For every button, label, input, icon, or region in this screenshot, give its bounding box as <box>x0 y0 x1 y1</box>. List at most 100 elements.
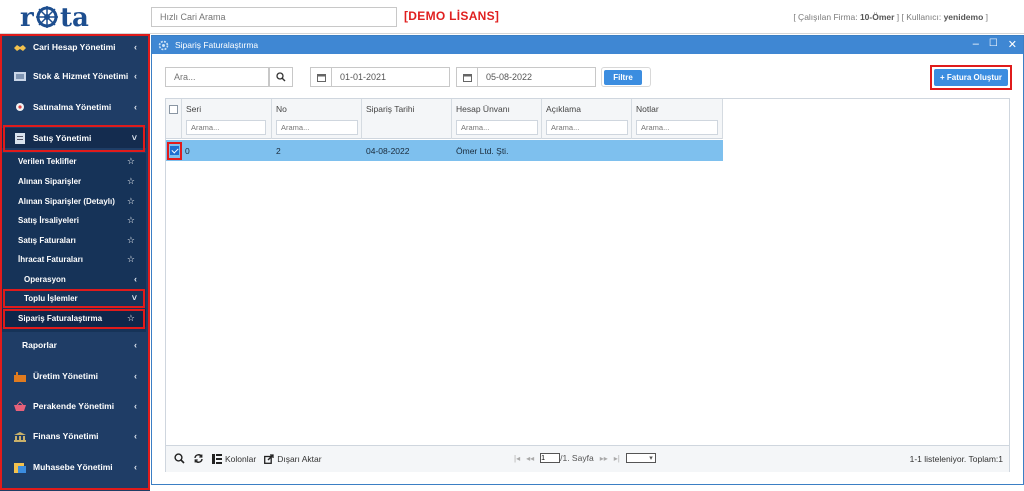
last-page-icon[interactable]: ▸| <box>614 454 620 463</box>
chevron-left-icon: ‹ <box>134 102 137 112</box>
prev-page-icon[interactable]: ◂◂ <box>526 454 534 463</box>
sidebar-item-perakende[interactable]: Perakende Yönetimi ‹ <box>2 397 146 415</box>
company-name: 10-Ömer <box>859 12 895 22</box>
calendar-icon[interactable] <box>310 67 332 87</box>
sidebar-item-stok[interactable]: Stok & Hizmet Yönetimi ‹ <box>2 67 146 85</box>
filter-button[interactable]: Filtre <box>604 70 642 85</box>
filter-seri-input[interactable] <box>186 120 266 135</box>
search-icon <box>276 72 286 82</box>
page-number-input[interactable] <box>540 453 561 463</box>
refresh-icon[interactable] <box>193 453 204 464</box>
column-seri[interactable]: Seri <box>182 99 272 139</box>
svg-text:r: r <box>20 3 34 32</box>
cell-seri: 0 <box>185 146 190 156</box>
search-icon[interactable] <box>174 453 185 464</box>
user-name: yenidemo <box>943 12 984 22</box>
grid-header: Seri No Sipariş Tarihi Hesap Ünvanı Açık… <box>166 99 723 139</box>
sidebar-item-uretim[interactable]: Üretim Yönetimi ‹ <box>2 367 146 385</box>
sidebar-sub-toplu-islemler[interactable]: Toplu İşlemler ˅ <box>2 289 146 307</box>
search-button[interactable] <box>269 67 293 87</box>
pager: |◂ ◂◂ /1. Sayfa ▸▸ ▸| ▾ <box>514 453 656 463</box>
cell-hesap-unvani: Ömer Ltd. Şti. <box>456 146 509 156</box>
star-icon[interactable]: ☆ <box>127 156 135 167</box>
star-icon[interactable]: ☆ <box>127 176 135 187</box>
star-icon[interactable]: ☆ <box>127 196 135 207</box>
window-title-bar: Sipariş Faturalaştırma – ☐ ✕ <box>152 36 1023 54</box>
quick-account-search-input[interactable] <box>151 7 397 27</box>
chevron-left-icon: ‹ <box>134 42 137 52</box>
create-invoice-button[interactable]: + Fatura Oluştur <box>934 69 1008 86</box>
box-icon <box>14 71 26 81</box>
row-checkbox-highlight <box>167 142 182 160</box>
filter-aciklama-input[interactable] <box>546 120 628 135</box>
orders-grid: Seri No Sipariş Tarihi Hesap Ünvanı Açık… <box>165 98 1010 472</box>
invoice-icon <box>15 132 25 144</box>
window-controls: – ☐ ✕ <box>973 38 1017 51</box>
sidebar-sub-operasyon[interactable]: Operasyon ‹ <box>2 270 146 288</box>
chevron-left-icon: ‹ <box>134 340 137 350</box>
columns-button[interactable]: Kolonlar <box>212 453 256 464</box>
chevron-down-icon: ˅ <box>131 133 137 143</box>
chevron-left-icon: ‹ <box>134 371 137 381</box>
column-notlar[interactable]: Notlar <box>632 99 723 139</box>
date-from-input[interactable] <box>332 67 450 87</box>
table-row[interactable]: 0 2 04-08-2022 Ömer Ltd. Şti. <box>166 140 723 161</box>
ledger-icon <box>14 462 26 473</box>
sidebar-item-muhasebe[interactable]: Muhasebe Yönetimi ‹ <box>2 458 146 476</box>
factory-icon <box>14 371 26 382</box>
star-icon[interactable]: ☆ <box>127 235 135 246</box>
date-to-input[interactable] <box>478 67 596 87</box>
chevron-left-icon: ‹ <box>134 401 137 411</box>
cell-siparis-tarihi: 04-08-2022 <box>366 146 410 156</box>
star-icon[interactable]: ☆ <box>127 313 135 324</box>
export-button[interactable]: Dışarı Aktar <box>264 454 322 464</box>
grid-tools: Kolonlar Dışarı Aktar <box>174 453 322 464</box>
search-input[interactable] <box>165 67 269 87</box>
calendar-icon[interactable] <box>456 67 478 87</box>
sidebar-item-cari-hesap[interactable]: Cari Hesap Yönetimi ‹ <box>2 38 146 56</box>
chevron-down-icon: ˅ <box>131 293 137 303</box>
column-siparis-tarihi[interactable]: Sipariş Tarihi <box>362 99 452 139</box>
minimize-icon[interactable]: – <box>973 38 979 51</box>
filter-no-input[interactable] <box>276 120 358 135</box>
sidebar-item-finans[interactable]: Finans Yönetimi ‹ <box>2 427 146 445</box>
cell-no: 2 <box>276 146 281 156</box>
star-icon[interactable]: ☆ <box>127 215 135 226</box>
siparis-faturalastirma-window: Sipariş Faturalaştırma – ☐ ✕ Filtre + Fa… <box>151 35 1024 485</box>
grid-footer: Kolonlar Dışarı Aktar |◂ ◂◂ /1. Sayfa ▸▸… <box>166 445 1009 472</box>
handshake-icon <box>14 44 26 51</box>
star-icon[interactable]: ☆ <box>127 254 135 265</box>
maximize-icon[interactable]: ☐ <box>989 38 998 51</box>
sidebar-item-raporlar[interactable]: Raporlar ‹ <box>2 336 146 354</box>
first-page-icon[interactable]: |◂ <box>514 454 520 463</box>
top-bar: r ta [DEMO LİSANS] [ Çalışılan Firma: 10… <box>0 0 1024 34</box>
basket-icon <box>14 400 26 411</box>
sidebar-sub-satis-faturalari[interactable]: Satış Faturaları ☆ <box>2 231 146 249</box>
sidebar-item-satinalma[interactable]: Satınalma Yönetimi ‹ <box>2 98 146 116</box>
chevron-left-icon: ‹ <box>134 71 137 81</box>
record-summary: 1-1 listeleniyor. Toplam:1 <box>909 454 1003 464</box>
sidebar-item-satis[interactable]: Satış Yönetimi ˅ <box>2 128 146 148</box>
gear-icon <box>158 40 169 50</box>
columns-icon <box>212 453 222 464</box>
rota-logo[interactable]: r ta <box>18 2 128 32</box>
sidebar-sub-alinan-siparisler-detayli[interactable]: Alınan Siparişler (Detaylı) ☆ <box>2 192 146 210</box>
sidebar-sub-alinan-siparisler[interactable]: Alınan Siparişler ☆ <box>2 172 146 190</box>
user-info: [ Çalışılan Firma: 10-Ömer ] [ Kullanıcı… <box>793 12 988 22</box>
cart-icon <box>16 102 24 111</box>
column-no[interactable]: No <box>272 99 362 139</box>
sidebar-sub-satis-irsaliyeleri[interactable]: Satış İrsaliyeleri ☆ <box>2 211 146 229</box>
sidebar-sub-siparis-faturalastirma[interactable]: Sipariş Faturalaştırma ☆ <box>2 309 146 327</box>
select-all-checkbox[interactable] <box>169 105 178 114</box>
next-page-icon[interactable]: ▸▸ <box>600 454 608 463</box>
sidebar-sub-verilen-teklifler[interactable]: Verilen Teklifler ☆ <box>2 152 146 170</box>
sidebar-sub-ihracat-faturalari[interactable]: İhracat Faturaları ☆ <box>2 250 146 268</box>
filter-hesap-unvani-input[interactable] <box>456 120 538 135</box>
date-to-group <box>456 67 596 87</box>
page-size-select[interactable]: ▾ <box>625 453 656 463</box>
close-icon[interactable]: ✕ <box>1008 38 1017 51</box>
filter-notlar-input[interactable] <box>636 120 718 135</box>
column-hesap-unvani[interactable]: Hesap Ünvanı <box>452 99 542 139</box>
column-aciklama[interactable]: Açıklama <box>542 99 632 139</box>
page-label: /1. Sayfa <box>560 453 594 463</box>
